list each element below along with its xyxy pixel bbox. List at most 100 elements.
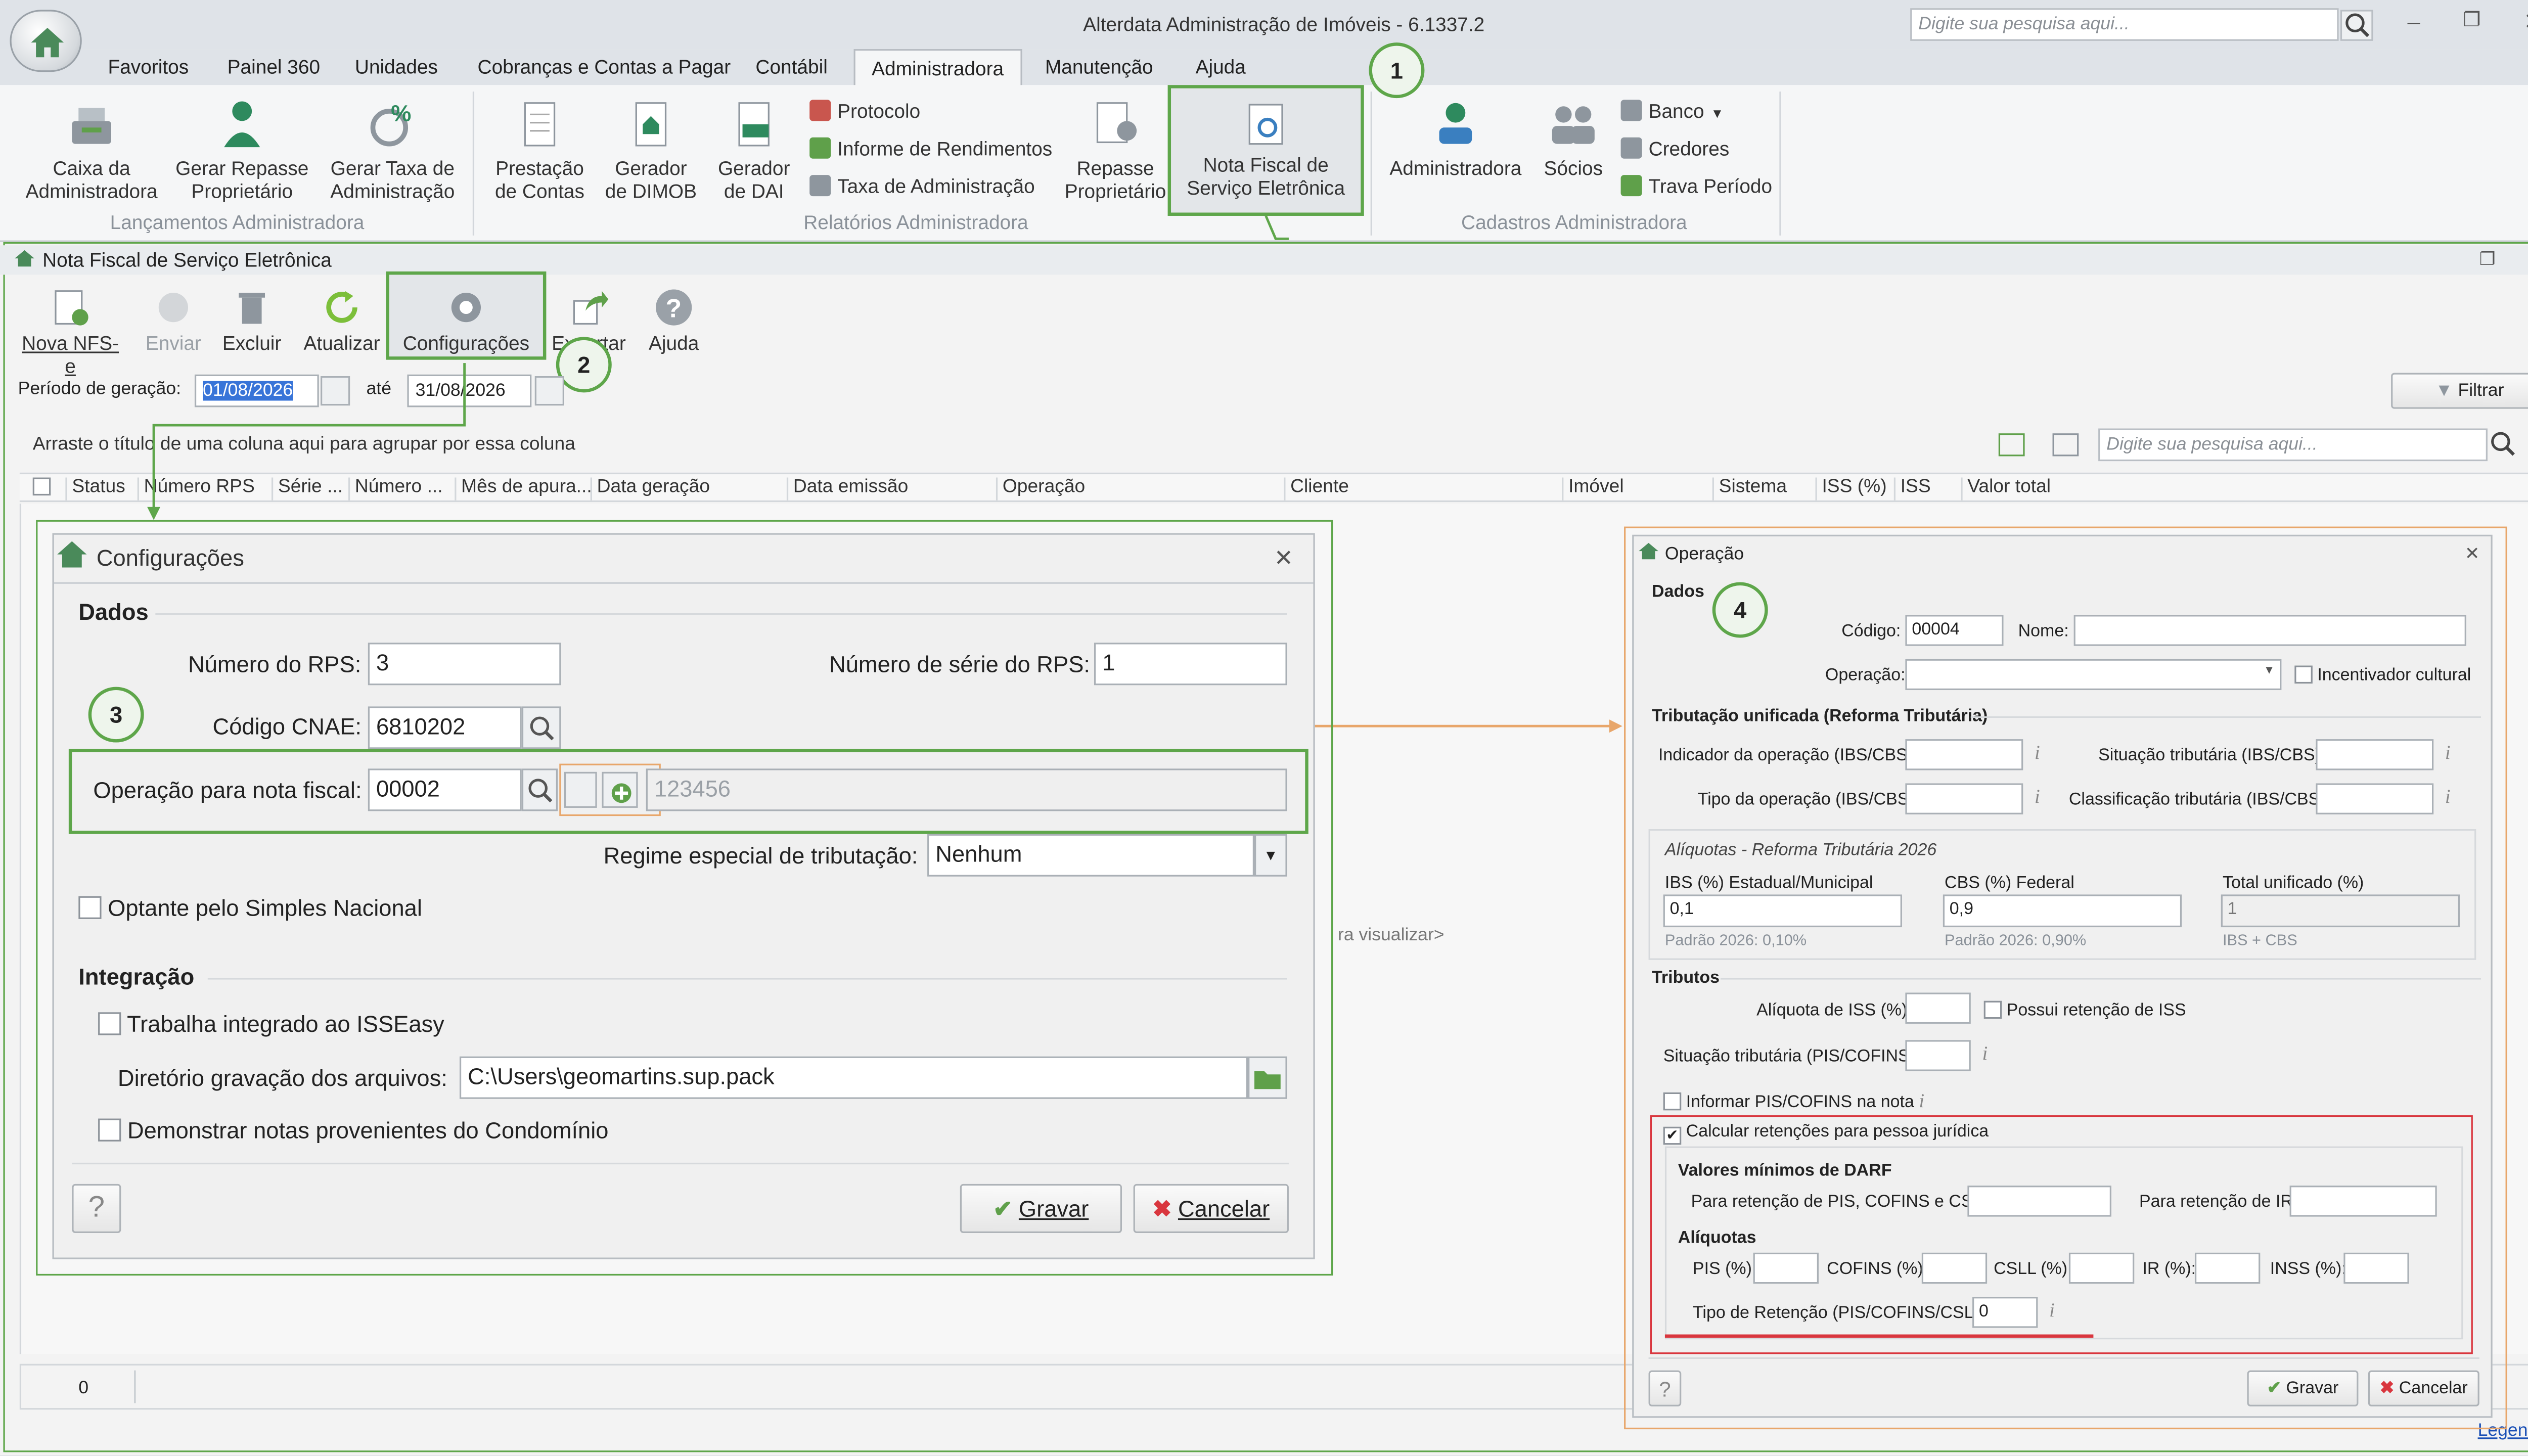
grid-options-icon[interactable] — [2052, 433, 2079, 457]
caixa-administradora-button[interactable]: Caixa da Administradora — [20, 98, 164, 203]
incentivador-checkbox[interactable] — [2294, 665, 2313, 684]
view-icon[interactable] — [564, 771, 597, 808]
calc-ret-checkbox[interactable]: ✔ — [1663, 1126, 1682, 1145]
excluir-button[interactable]: Excluir — [219, 288, 284, 355]
ret-ir-input[interactable] — [2289, 1186, 2437, 1217]
info-icon[interactable]: i — [2035, 741, 2040, 765]
col-cliente[interactable]: Cliente — [1284, 477, 1349, 500]
calendar-icon[interactable] — [534, 376, 564, 406]
col-status[interactable]: Status — [65, 477, 125, 500]
gerar-taxa-button[interactable]: % Gerar Taxa de Administração — [321, 98, 465, 203]
folder-icon[interactable] — [1248, 1056, 1287, 1099]
codigo-input[interactable]: 00004 — [1905, 615, 2004, 646]
minimize-icon[interactable]: – — [2407, 8, 2420, 34]
col-data-emissao[interactable]: Data emissão — [786, 477, 908, 500]
info-icon[interactable]: i — [1982, 1042, 1988, 1067]
enviar-button[interactable]: Enviar — [141, 288, 206, 355]
col-imovel[interactable]: Imóvel — [1562, 477, 1624, 500]
info-icon[interactable]: i — [2049, 1298, 2055, 1323]
cnae-input[interactable]: 6810202 — [368, 706, 522, 749]
chevron-down-icon[interactable]: ▼ — [1254, 834, 1287, 877]
class-trib-input[interactable] — [2316, 783, 2434, 814]
menu-unidades[interactable]: Unidades — [355, 56, 438, 78]
prestacao-contas-button[interactable]: Prestação de Contas — [490, 98, 589, 203]
ajuda-button[interactable]: ? Ajuda — [641, 288, 706, 355]
socios-button[interactable]: Sócios — [1538, 98, 1609, 180]
global-search-input[interactable]: Digite sua pesquisa aqui... — [1910, 8, 2339, 41]
search-icon[interactable] — [521, 768, 558, 811]
repasse-proprietario-button[interactable]: Repasse Proprietário — [1060, 98, 1171, 203]
help-button[interactable]: ? — [1648, 1370, 1682, 1406]
administradora-button[interactable]: Administradora — [1384, 98, 1528, 180]
ret-iss-checkbox[interactable] — [1983, 1000, 2002, 1019]
nova-nfse-button[interactable]: Nova NFS-e — [16, 288, 124, 378]
restore-icon[interactable]: ❐ — [2463, 8, 2480, 31]
ret-pcc-input[interactable] — [1967, 1186, 2111, 1217]
calc-ret-option[interactable]: ✔ Calcular retenções para pessoa jurídic… — [1663, 1122, 1989, 1145]
ind-op-input[interactable] — [1905, 739, 2023, 770]
col-sistema[interactable]: Sistema — [1712, 477, 1787, 500]
close-icon[interactable]: ✕ — [2523, 8, 2528, 36]
cancelar-button[interactable]: ✖ Cancelar — [2368, 1370, 2479, 1406]
menu-ajuda[interactable]: Ajuda — [1196, 56, 1246, 78]
taxa-administracao-button[interactable]: Taxa de Administração — [809, 175, 1035, 198]
ir-input[interactable] — [2194, 1252, 2261, 1284]
banco-dropdown[interactable]: Banco ▼ — [1620, 100, 1724, 123]
search-icon[interactable] — [521, 706, 561, 749]
incentivador-option[interactable]: Incentivador cultural — [2294, 665, 2471, 685]
regime-select[interactable]: Nenhum — [927, 834, 1255, 877]
col-iss[interactable]: ISS — [1893, 477, 1931, 500]
gerador-dimob-button[interactable]: Gerador de DIMOB — [602, 98, 700, 203]
informe-rendimentos-button[interactable]: Informe de Rendimentos — [809, 137, 1052, 160]
simples-checkbox[interactable] — [78, 896, 102, 919]
col-iss-percent[interactable]: ISS (%) — [1815, 477, 1887, 500]
col-valor-total[interactable]: Valor total — [1961, 477, 2051, 500]
grid-search-input[interactable]: Digite sua pesquisa aqui... — [2098, 428, 2488, 462]
search-icon[interactable] — [2488, 430, 2520, 461]
credores-button[interactable]: Credores — [1620, 137, 1729, 160]
configuracoes-button[interactable]: Configurações — [386, 271, 547, 360]
menu-administradora[interactable]: Administradora — [853, 49, 1022, 87]
pis-input[interactable] — [1753, 1252, 1819, 1284]
nome-input[interactable] — [2073, 615, 2466, 646]
tipo-ret-input[interactable]: 0 — [1972, 1297, 2038, 1328]
add-icon[interactable] — [602, 771, 638, 808]
menu-painel-360[interactable]: Painel 360 — [228, 56, 320, 78]
aliq-iss-input[interactable] — [1905, 992, 1971, 1024]
condominio-option[interactable]: Demonstrar notas provenientes do Condomí… — [98, 1117, 609, 1143]
ret-iss-option[interactable]: Possui retenção de ISS — [1983, 1000, 2186, 1020]
inf-pis-option[interactable]: Informar PIS/COFINS na nota i — [1663, 1089, 1924, 1114]
ibs-input[interactable]: 0,1 — [1663, 894, 1902, 928]
csll-input[interactable] — [2068, 1252, 2135, 1284]
condominio-checkbox[interactable] — [98, 1118, 121, 1142]
col-data-geracao[interactable]: Data geração — [590, 477, 710, 500]
restore-icon[interactable]: ❐ — [2479, 249, 2496, 270]
atualizar-button[interactable]: Atualizar — [301, 288, 383, 355]
info-icon[interactable]: i — [2035, 785, 2040, 810]
col-operacao[interactable]: Operação — [996, 477, 1085, 500]
chevron-down-icon[interactable]: ▼ — [2264, 666, 2275, 677]
search-icon[interactable] — [2340, 10, 2373, 41]
sit-trib-input[interactable] — [2316, 739, 2434, 770]
close-icon[interactable]: ✕ — [1274, 544, 1293, 572]
cbs-input[interactable]: 0,9 — [1943, 894, 2182, 928]
simples-option[interactable]: Optante pelo Simples Nacional — [78, 894, 422, 921]
info-icon[interactable]: i — [1919, 1089, 1924, 1112]
menu-manutencao[interactable]: Manutenção — [1045, 56, 1153, 78]
info-icon[interactable]: i — [2445, 741, 2451, 765]
home-orb-button[interactable] — [10, 10, 82, 72]
gerador-dai-button[interactable]: Gerador de DAI — [713, 98, 795, 203]
menu-contabil[interactable]: Contábil — [755, 56, 827, 78]
tipo-op-input[interactable] — [1905, 783, 2023, 814]
operacao-input[interactable]: 00002 — [368, 768, 522, 811]
cancelar-button[interactable]: ✖ Cancelar — [1133, 1184, 1289, 1233]
close-icon[interactable]: ✕ — [2465, 543, 2480, 564]
filtrar-button[interactable]: ▼ Filtrar — [2391, 373, 2528, 409]
menu-favoritos[interactable]: Favoritos — [108, 56, 189, 78]
isseasy-checkbox[interactable] — [98, 1012, 121, 1035]
rps-input[interactable]: 3 — [368, 643, 561, 686]
gravar-button[interactable]: ✔ Gravar — [960, 1184, 1122, 1233]
inss-input[interactable] — [2343, 1252, 2409, 1284]
menu-cobrancas[interactable]: Cobranças e Contas a Pagar — [478, 56, 731, 78]
help-button[interactable]: ? — [72, 1184, 121, 1233]
